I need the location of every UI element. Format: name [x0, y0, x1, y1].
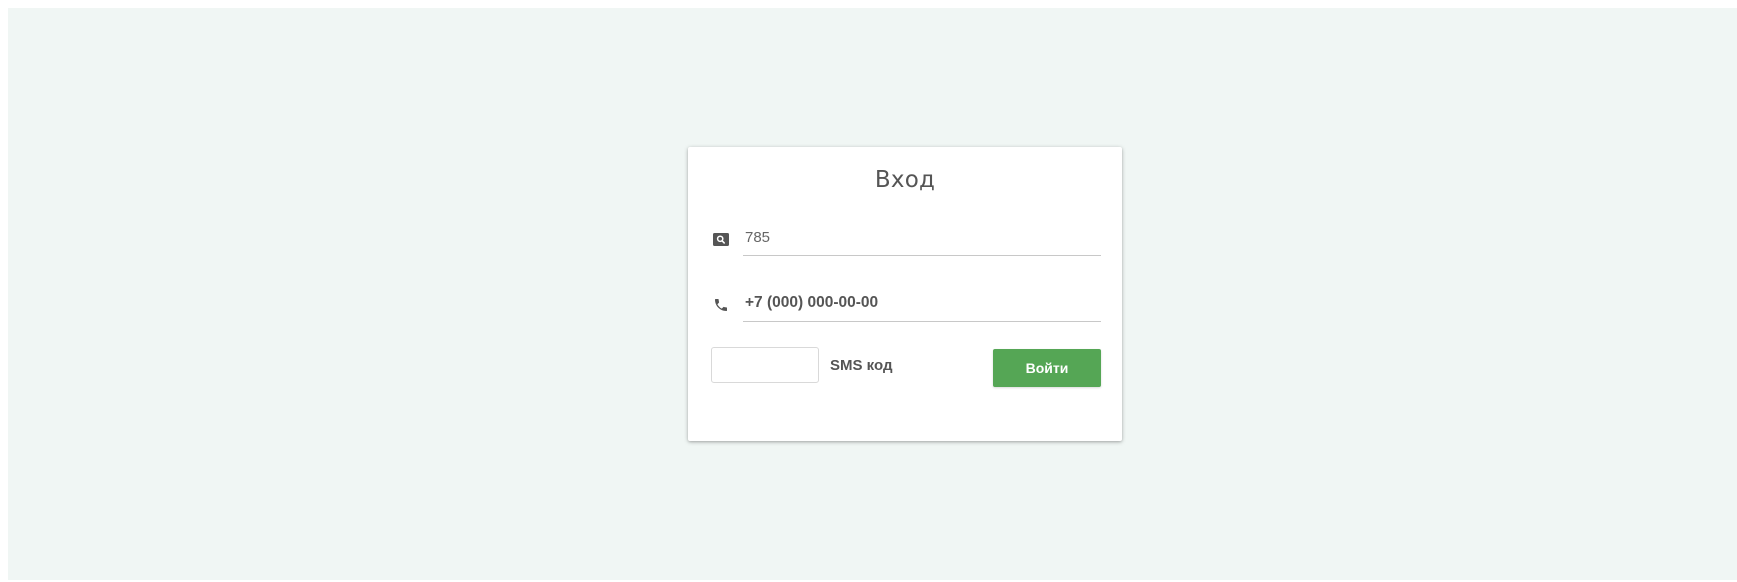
id-field-row [711, 219, 1101, 259]
sms-code-label: SMS код [830, 357, 893, 374]
sms-code-input[interactable] [711, 347, 819, 383]
login-button[interactable]: Войти [993, 349, 1101, 387]
phone-input[interactable] [743, 285, 1101, 322]
phone-field-row [711, 285, 1101, 325]
phone-icon-graphic [715, 299, 727, 311]
phone-icon [711, 295, 731, 315]
search-card-icon [711, 229, 731, 249]
sms-row: SMS код Войти [711, 347, 1101, 387]
login-card: Вход SMS код Войти [688, 147, 1122, 441]
id-input[interactable] [743, 219, 1101, 256]
login-title: Вход [874, 167, 936, 193]
page-background: Вход SMS код Войти [8, 8, 1737, 580]
search-card-icon-graphic [713, 232, 729, 246]
